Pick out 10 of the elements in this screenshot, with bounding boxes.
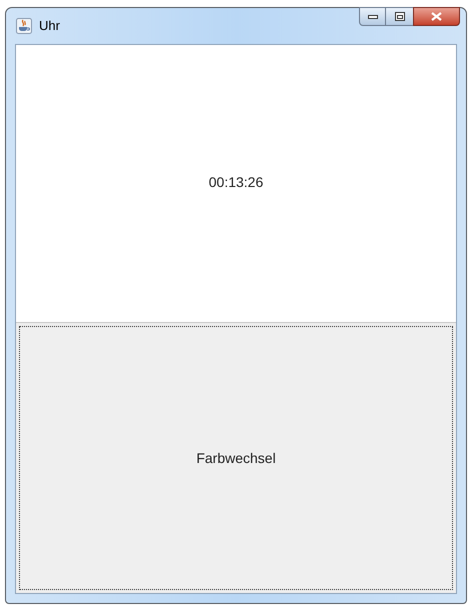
clock-time: 00:13:26 <box>208 173 264 192</box>
restore-icon <box>394 12 404 21</box>
minimize-button[interactable] <box>359 7 386 26</box>
close-button[interactable] <box>413 7 460 26</box>
maximize-button[interactable] <box>386 7 413 26</box>
close-icon <box>431 12 442 21</box>
color-change-button[interactable]: Farbwechsel <box>19 326 453 590</box>
minimize-icon <box>368 14 378 18</box>
coffee-cup-icon <box>16 18 32 34</box>
window-title: Uhr <box>39 17 60 36</box>
